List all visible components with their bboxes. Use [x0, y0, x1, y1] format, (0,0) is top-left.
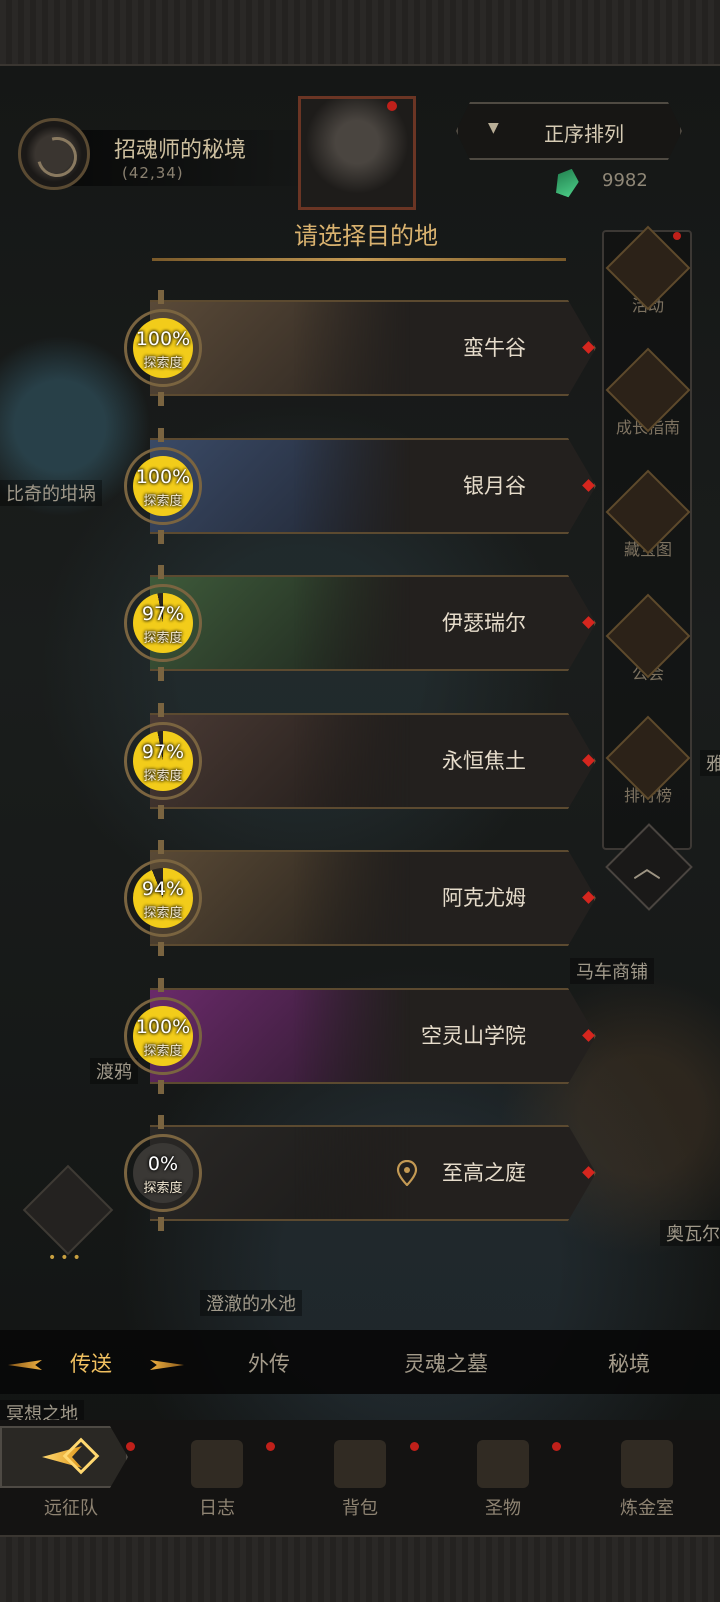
exploration-badge: 100% 探索度 — [124, 309, 202, 387]
badge-spike — [158, 428, 164, 442]
badge-spike — [158, 1115, 164, 1129]
exploration-percent: 97% — [141, 741, 185, 763]
nav-label: 背包 — [342, 1498, 378, 1519]
destination-name: 蛮牛谷 — [463, 336, 526, 360]
destination-card[interactable]: 银月谷 — [150, 438, 596, 534]
exploration-badge: 100% 探索度 — [124, 447, 202, 525]
badge-spike — [158, 805, 164, 819]
destination-name: 永恒焦土 — [442, 749, 526, 773]
notification-dot — [126, 1442, 135, 1451]
exploration-label: 探索度 — [143, 356, 183, 371]
map-label-edge: 雅 — [700, 750, 720, 776]
exploration-label: 探索度 — [143, 769, 183, 784]
exploration-label: 探索度 — [143, 1181, 183, 1196]
notification-dot — [266, 1442, 275, 1451]
destination-card[interactable]: 永恒焦土 — [150, 713, 596, 809]
badge-spike — [158, 667, 164, 681]
more-dots-icon: ••• — [48, 1250, 85, 1266]
exploration-badge: 97% 探索度 — [124, 584, 202, 662]
exploration-percent: 100% — [135, 328, 191, 350]
badge-spike — [158, 978, 164, 992]
side-menu-leaderboard[interactable]: 排行榜 — [598, 715, 698, 806]
side-menu-treasure-map[interactable]: 藏宝图 — [598, 469, 698, 560]
exploration-label: 探索度 — [143, 494, 183, 509]
notification-dot — [410, 1442, 419, 1451]
nav-label: 圣物 — [485, 1498, 521, 1519]
notification-dot — [387, 101, 397, 111]
exploration-percent: 100% — [135, 1016, 191, 1038]
location-coords: (42,34) — [122, 164, 184, 182]
badge-spike — [158, 840, 164, 854]
map-label-raven[interactable]: 渡鸦 — [90, 1058, 138, 1084]
nav-label: 炼金室 — [620, 1498, 674, 1519]
badge-spike — [158, 942, 164, 956]
sort-label: 正序排列 — [544, 122, 624, 146]
tab-teleport[interactable]: 传送 — [70, 1348, 112, 1378]
badge-spike — [158, 290, 164, 304]
nav-backpack[interactable]: 背包 — [305, 1440, 415, 1520]
hero-portrait[interactable] — [298, 96, 416, 210]
bottom-frame — [0, 1535, 720, 1602]
exploration-label: 探索度 — [143, 906, 183, 921]
exploration-label: 探索度 — [143, 1044, 183, 1059]
map-label-clear-pool[interactable]: 澄澈的水池 — [200, 1290, 302, 1316]
backpack-icon — [334, 1440, 386, 1488]
location-pin-icon — [396, 1160, 418, 1186]
journal-icon — [191, 1440, 243, 1488]
sort-dropdown[interactable]: ▼ 正序排列 — [456, 102, 682, 160]
side-menu-activity[interactable]: 活动 — [598, 225, 698, 316]
location-emblem-icon[interactable] — [18, 118, 90, 190]
badge-spike — [158, 1217, 164, 1231]
exploration-percent: 97% — [141, 603, 185, 625]
chevron-up-icon: ︿ — [632, 851, 661, 884]
chevron-down-icon: ▼ — [488, 120, 499, 136]
map-label-owar[interactable]: 奥瓦尔 — [660, 1220, 720, 1246]
map-label-carriage-shop[interactable]: 马车商铺 — [570, 958, 654, 984]
location-title: 招魂师的秘境 — [114, 138, 247, 163]
destination-card[interactable]: 至高之庭 — [150, 1125, 596, 1221]
map-label-bizhi[interactable]: 比奇的坩埚 — [0, 480, 102, 506]
destination-card[interactable]: 空灵山学院 — [150, 988, 596, 1084]
destination-name: 银月谷 — [463, 474, 526, 498]
exploration-percent: 94% — [141, 878, 185, 900]
top-frame — [0, 0, 720, 66]
exploration-badge: 100% 探索度 — [124, 997, 202, 1075]
nav-journal[interactable]: 日志 — [162, 1440, 272, 1520]
destination-name: 阿克尤姆 — [442, 886, 526, 910]
destination-card[interactable]: 伊瑟瑞尔 — [150, 575, 596, 671]
badge-spike — [158, 530, 164, 544]
tab-secret-realm[interactable]: 秘境 — [608, 1348, 650, 1378]
side-menu-guild[interactable]: 公会 — [598, 593, 698, 684]
relic-icon — [477, 1440, 529, 1488]
tab-soul-tomb[interactable]: 灵魂之墓 — [404, 1348, 488, 1378]
nav-label: 远征队 — [44, 1498, 98, 1519]
exploration-percent: 0% — [147, 1153, 179, 1175]
destination-card[interactable]: 阿克尤姆 — [150, 850, 596, 946]
destination-name: 空灵山学院 — [421, 1024, 526, 1048]
exploration-label: 探索度 — [143, 631, 183, 646]
tab-side-story[interactable]: 外传 — [248, 1348, 290, 1378]
destination-name: 伊瑟瑞尔 — [442, 611, 526, 635]
nav-label: 日志 — [199, 1498, 235, 1519]
exploration-percent: 100% — [135, 466, 191, 488]
nav-relic[interactable]: 圣物 — [448, 1440, 558, 1520]
badge-spike — [158, 703, 164, 717]
notification-dot — [552, 1442, 561, 1451]
destination-card[interactable]: 蛮牛谷 — [150, 300, 596, 396]
nav-alchemy[interactable]: 炼金室 — [592, 1440, 702, 1520]
badge-spike — [158, 392, 164, 406]
badge-spike — [158, 1080, 164, 1094]
destination-name: 至高之庭 — [442, 1161, 526, 1185]
side-menu-growth-guide[interactable]: 成长指南 — [598, 347, 698, 438]
badge-spike — [158, 565, 164, 579]
exploration-badge: 94% 探索度 — [124, 859, 202, 937]
exploration-badge: 0% 探索度 — [124, 1134, 202, 1212]
dialog-divider — [152, 258, 566, 261]
exploration-badge: 97% 探索度 — [124, 722, 202, 800]
alchemy-icon — [621, 1440, 673, 1488]
currency-gem-amount: 9982 — [602, 170, 648, 191]
